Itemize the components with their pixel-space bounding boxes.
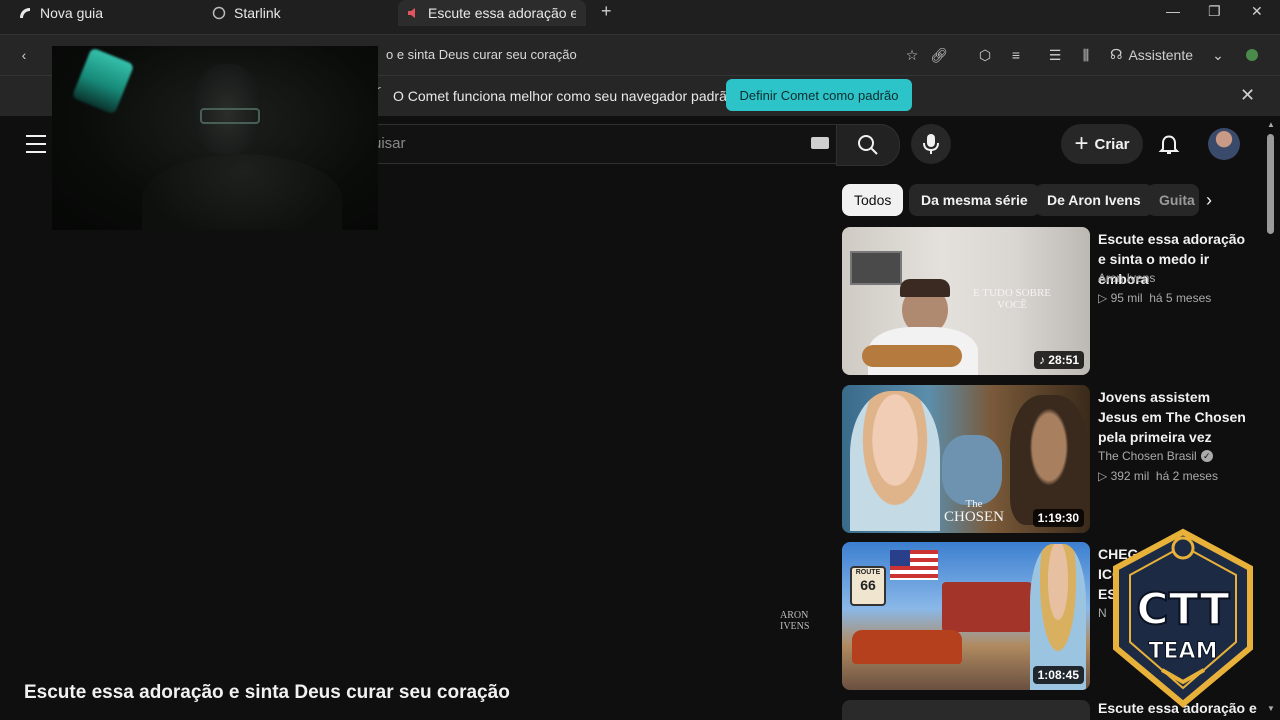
video-title: Escute essa adoração e sinta Deus curar … [24,682,510,703]
person-body-image [142,154,342,230]
voice-search-button[interactable] [911,124,951,164]
channel-name[interactable]: Aron Ivens [1098,271,1155,285]
plus-icon: + [1074,130,1089,157]
thumb-overlay-text: E TUDO SOBRE VOCÊ [972,287,1052,311]
scrollbar-thumb[interactable] [1267,134,1274,234]
avatar[interactable] [1208,128,1240,160]
audio-wave-icon[interactable]: ⫼ [1076,45,1096,65]
back-icon[interactable]: ‹ [14,45,34,65]
thumb-overlay-text: The CHOSEN [943,498,1004,526]
channel-name[interactable]: N [1098,606,1107,620]
tab-nova-guia[interactable]: Nova guia [18,0,103,26]
extensions-icon[interactable]: ⬡ [975,45,995,65]
video-watermark: ARON IVENS [780,610,810,632]
starlink-icon [212,6,226,20]
search-button[interactable] [836,124,900,166]
menu-lines-icon[interactable]: ☰ [1045,45,1065,65]
infobar-message: O Comet funciona melhor como seu navegad… [393,88,735,104]
verified-icon: ✓ [1200,450,1213,462]
video-thumbnail[interactable]: E TUDO SOBRE VOCÊ ♪ 28:51 [842,227,1090,375]
close-icon[interactable]: ✕ [1240,85,1255,106]
url-text[interactable]: o e sinta Deus curar seu coração [386,47,577,62]
chip-guitar[interactable]: Guita [1147,184,1199,216]
set-default-button[interactable]: Definir Comet como padrão [726,79,912,111]
page-scrollbar[interactable]: ▲ ▼ [1262,116,1280,720]
chip-same-series[interactable]: Da mesma série [909,184,1040,216]
bookmark-star-icon[interactable]: ☆ [902,45,922,65]
tab-label: Starlink [234,5,281,21]
recommendation-item[interactable]: E TUDO SOBRE VOCÊ ♪ 28:51 Escute essa ad… [842,227,1262,377]
route-66-sign: ROUTE 66 [850,566,886,606]
assistant-button[interactable]: ☊ Assistente [1110,46,1193,63]
browser-tab-strip: Nova guia Starlink Escute essa adoração … [0,0,1280,34]
webcam-overlay [52,46,378,230]
notifications-bell-icon[interactable] [1157,132,1181,156]
comet-logo-icon [18,6,32,20]
hamburger-menu-icon[interactable] [26,135,46,153]
scroll-up-icon[interactable]: ▲ [1267,120,1275,129]
assistant-icon: ☊ [1110,46,1123,62]
video-meta: ▷ 95 mil há 5 meses [1098,291,1212,305]
badge-line2: TEAM [1149,639,1218,664]
profile-dot-icon[interactable] [1242,45,1262,65]
rgb-light-image [71,47,135,115]
scroll-down-icon[interactable]: ▼ [1267,704,1275,713]
tab-label: Escute essa adoração e s [428,5,576,21]
video-meta: ▷ 392 mil há 2 meses [1098,469,1218,483]
microphone-icon [923,134,939,154]
duration-badge: ♪ 28:51 [1033,351,1084,369]
minimize-icon[interactable]: — [1166,3,1180,19]
restore-icon[interactable]: ❐ [1208,3,1221,20]
search-icon [858,135,878,155]
badge-line1: CTT [1136,584,1229,635]
assistant-label: Assistente [1128,46,1194,63]
glasses-image [200,108,260,124]
link-icon[interactable]: 🔗︎ [929,45,949,65]
video-thumbnail[interactable] [842,700,1090,720]
ctt-team-logo: CTT TEAM [1113,528,1253,708]
chevron-down-icon[interactable]: ⌄ [1208,45,1228,65]
chevron-right-icon[interactable]: › [1206,190,1212,211]
tab-active-video[interactable]: Escute essa adoração e s [398,0,586,26]
tab-starlink[interactable]: Starlink [212,0,281,26]
keyboard-icon[interactable] [811,137,829,149]
create-label: Criar [1094,135,1130,153]
audio-playing-icon [406,6,420,20]
playlist-icon[interactable]: ≡ [1006,45,1026,65]
video-thumbnail[interactable]: ROUTE 66 1:08:45 [842,542,1090,690]
duration-badge: 1:08:45 [1032,666,1084,684]
recommendation-title[interactable]: Jovens assistem Jesus em The Chosen pela… [1098,387,1248,447]
duration-badge: 1:19:30 [1032,509,1084,527]
tab-label: Nova guia [40,5,104,21]
channel-name[interactable]: The Chosen Brasil ✓ [1098,449,1213,463]
search-input[interactable]: uisar [340,124,837,164]
chip-aron-ivens[interactable]: De Aron Ivens [1035,184,1153,216]
create-button[interactable]: + Criar [1061,124,1143,164]
video-thumbnail[interactable]: The CHOSEN 1:19:30 [842,385,1090,533]
recommendation-item[interactable]: The CHOSEN 1:19:30 Jovens assistem Jesus… [842,385,1262,535]
new-tab-button[interactable]: + [601,1,612,22]
chip-todos[interactable]: Todos [842,184,904,216]
close-window-icon[interactable]: ✕ [1251,3,1263,20]
